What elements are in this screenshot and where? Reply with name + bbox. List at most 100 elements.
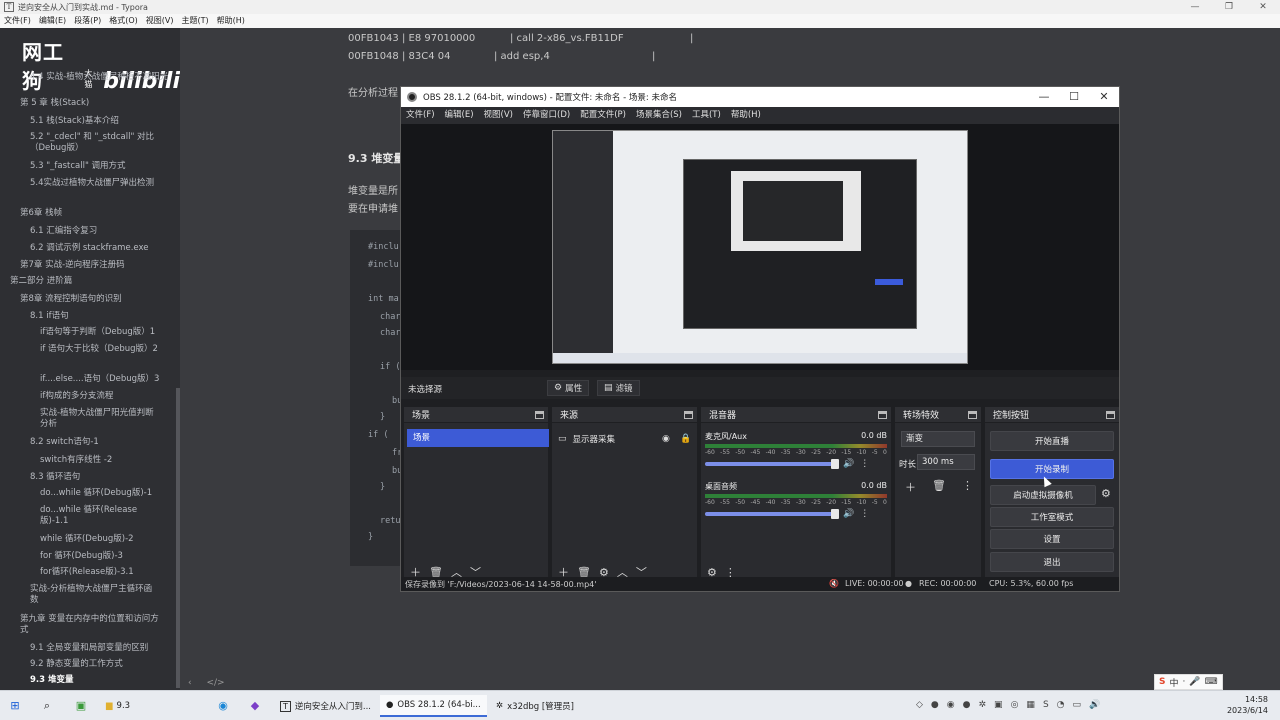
ime-toolbar[interactable]: S 中 · 🎤 ⌨ bbox=[1154, 674, 1223, 690]
toggle-sidebar-button[interactable]: ‹ bbox=[188, 678, 192, 688]
search-icon[interactable]: ⌕ bbox=[40, 699, 54, 713]
obs-close-button[interactable]: ✕ bbox=[1089, 87, 1119, 107]
lock-icon[interactable]: 🔒 bbox=[680, 434, 691, 444]
outline-item[interactable]: 6.2 调试示例 stackframe.exe bbox=[30, 243, 170, 254]
menu-theme[interactable]: 主题(T) bbox=[177, 14, 212, 28]
volume-slider[interactable] bbox=[705, 459, 839, 469]
more-options-icon[interactable]: ⋮ bbox=[860, 459, 869, 469]
taskbar-app-folder[interactable]: ▆ 9.3 bbox=[100, 695, 136, 717]
minimize-button[interactable]: — bbox=[1178, 0, 1212, 14]
scene-list-item[interactable]: 场景 bbox=[407, 429, 549, 447]
outline-item[interactable]: 第8章 流程控制语句的识别 bbox=[20, 294, 170, 305]
outline-item[interactable]: while 循环(Debug版)-2 bbox=[40, 534, 170, 545]
obs-menu-scene-collection[interactable]: 场景集合(S) bbox=[631, 107, 687, 124]
start-virtual-camera-button[interactable]: 启动虚拟摄像机 bbox=[990, 485, 1096, 505]
outline-item[interactable]: 6.1 汇编指令复习 bbox=[30, 226, 170, 237]
outline-item[interactable]: 第九章 变量在内存中的位置和访问方式 bbox=[20, 614, 160, 636]
exit-button[interactable]: 退出 bbox=[990, 552, 1114, 572]
network-icon[interactable]: ▭ bbox=[1073, 700, 1082, 710]
clock[interactable]: 14:58 2023/6/14 bbox=[1227, 694, 1268, 716]
menu-help[interactable]: 帮助(H) bbox=[213, 14, 249, 28]
menu-paragraph[interactable]: 段落(P) bbox=[70, 14, 105, 28]
preview-canvas[interactable] bbox=[552, 130, 968, 364]
menu-edit[interactable]: 编辑(E) bbox=[35, 14, 70, 28]
outline-item[interactable]: 9.1 全局变量和局部变量的区别 bbox=[30, 643, 170, 654]
app-pinned-icon[interactable]: ▣ bbox=[74, 699, 88, 713]
transition-menu-icon[interactable]: ⋮ bbox=[962, 479, 973, 495]
tray-icon[interactable]: ◉ bbox=[947, 700, 955, 710]
outline-item[interactable]: 5.3 "_fastcall" 调用方式 bbox=[30, 161, 170, 172]
obs-maximize-button[interactable]: ☐ bbox=[1059, 87, 1089, 107]
close-button[interactable]: ✕ bbox=[1246, 0, 1280, 14]
tray-icon[interactable]: ◔ bbox=[1057, 700, 1065, 710]
tray-icon[interactable]: ▦ bbox=[1026, 700, 1035, 710]
menu-format[interactable]: 格式(O) bbox=[105, 14, 142, 28]
tray-icon[interactable]: ✲ bbox=[979, 700, 987, 710]
remove-transition-button[interactable]: 🗑 bbox=[932, 479, 946, 495]
obs-menu-edit[interactable]: 编辑(E) bbox=[440, 107, 479, 124]
obs-menu-tools[interactable]: 工具(T) bbox=[687, 107, 726, 124]
virtual-camera-gear-icon[interactable]: ⚙ bbox=[1101, 487, 1111, 500]
volume-slider[interactable] bbox=[705, 509, 839, 519]
popout-icon[interactable] bbox=[878, 410, 887, 419]
popout-icon[interactable] bbox=[535, 410, 544, 419]
outline-item[interactable]: do...while 循环(Debug版)-1 bbox=[40, 488, 170, 499]
maximize-button[interactable]: ❐ bbox=[1212, 0, 1246, 14]
taskbar-app-typora[interactable]: T 逆向安全从入门到... bbox=[274, 695, 377, 717]
source-mode-button[interactable]: </> bbox=[206, 678, 224, 688]
duration-input[interactable]: 300 ms bbox=[917, 454, 975, 470]
outline-item[interactable]: 实战-植物大战僵尸阳光值判断分析 bbox=[40, 408, 160, 430]
windows-start-icon[interactable]: ⊞ bbox=[8, 699, 22, 713]
outline-item[interactable]: if语句等于判断（Debug版）1 bbox=[40, 327, 168, 338]
tray-icon[interactable]: ● bbox=[963, 700, 971, 710]
source-list-item[interactable]: ▭ 显示器采集 ◉ 🔒 bbox=[558, 431, 692, 447]
tray-icon[interactable]: ● bbox=[931, 700, 939, 710]
visual-studio-icon[interactable]: ◆ bbox=[248, 699, 262, 713]
obs-menu-file[interactable]: 文件(F) bbox=[401, 107, 440, 124]
taskbar-app-x32dbg[interactable]: ✲ x32dbg [管理员] bbox=[490, 695, 580, 717]
outline-item[interactable]: 5.1 栈(Stack)基本介绍 bbox=[30, 116, 170, 127]
add-transition-button[interactable]: ＋ bbox=[905, 479, 916, 495]
outline-item[interactable]: switch有序线性 -2 bbox=[40, 455, 170, 466]
popout-icon[interactable] bbox=[968, 410, 977, 419]
popout-icon[interactable] bbox=[1106, 410, 1115, 419]
eye-icon[interactable]: ◉ bbox=[662, 434, 670, 444]
start-recording-button[interactable]: 开始录制 bbox=[990, 459, 1114, 479]
outline-item[interactable]: for 循环(Debug版)-3 bbox=[40, 551, 170, 562]
studio-mode-button[interactable]: 工作室模式 bbox=[990, 507, 1114, 527]
start-streaming-button[interactable]: 开始直播 bbox=[990, 431, 1114, 451]
outline-item[interactable]: if....else....语句（Debug版）3 bbox=[40, 374, 170, 385]
obs-menu-docks[interactable]: 停靠窗口(D) bbox=[518, 107, 575, 124]
settings-button[interactable]: 设置 bbox=[990, 529, 1114, 549]
outline-item[interactable]: 5.2 "_cdecl" 和 "_stdcall" 对比（Debug版） bbox=[30, 132, 162, 154]
menu-file[interactable]: 文件(F) bbox=[0, 14, 35, 28]
obs-menu-help[interactable]: 帮助(H) bbox=[726, 107, 766, 124]
outline-item[interactable]: 4.4 实战-植物大战僵尸种植不减阳光 bbox=[30, 72, 170, 83]
obs-menu-profile[interactable]: 配置文件(P) bbox=[575, 107, 631, 124]
menu-view[interactable]: 视图(V) bbox=[142, 14, 178, 28]
keyboard-icon[interactable]: ⌨ bbox=[1205, 677, 1218, 687]
preview-area[interactable] bbox=[401, 124, 1119, 370]
outline-item[interactable]: 第 5 章 栈(Stack) bbox=[20, 98, 170, 109]
more-options-icon[interactable]: ⋮ bbox=[860, 509, 869, 519]
volume-slider-handle[interactable] bbox=[831, 509, 839, 519]
tray-icon[interactable]: ▣ bbox=[994, 700, 1003, 710]
microphone-icon[interactable]: 🎤 bbox=[1189, 677, 1200, 687]
speaker-icon[interactable]: 🔊 bbox=[843, 509, 854, 519]
tray-icon[interactable]: S bbox=[1043, 700, 1049, 710]
filters-button[interactable]: ▤ 滤镜 bbox=[597, 380, 640, 396]
outline-item[interactable]: 9.2 静态变量的工作方式 bbox=[30, 659, 170, 670]
outline-item[interactable]: 9.3 堆变量 bbox=[30, 675, 170, 686]
outline-item[interactable]: 5.4实战过植物大战僵尸弹出检测 bbox=[30, 178, 162, 189]
speaker-icon[interactable]: 🔊 bbox=[843, 459, 854, 469]
outline-item[interactable]: 8.2 switch语句-1 bbox=[30, 437, 170, 448]
tray-icon[interactable]: ◇ bbox=[916, 700, 923, 710]
taskbar-app-obs[interactable]: ● OBS 28.1.2 (64-bi... bbox=[380, 695, 487, 717]
outline-item[interactable]: if构成的多分支流程 bbox=[40, 391, 170, 402]
code-block[interactable]: #inclu #inclu int ma char char if (bu} if (fr b… bbox=[350, 230, 402, 566]
outline-item[interactable]: 第二部分 进阶篇 bbox=[10, 276, 170, 287]
tray-icon[interactable]: ◎ bbox=[1011, 700, 1019, 710]
obs-menu-view[interactable]: 视图(V) bbox=[479, 107, 518, 124]
outline-item[interactable]: 8.1 if语句 bbox=[30, 311, 170, 322]
transition-select[interactable]: 渐变 bbox=[901, 431, 975, 447]
